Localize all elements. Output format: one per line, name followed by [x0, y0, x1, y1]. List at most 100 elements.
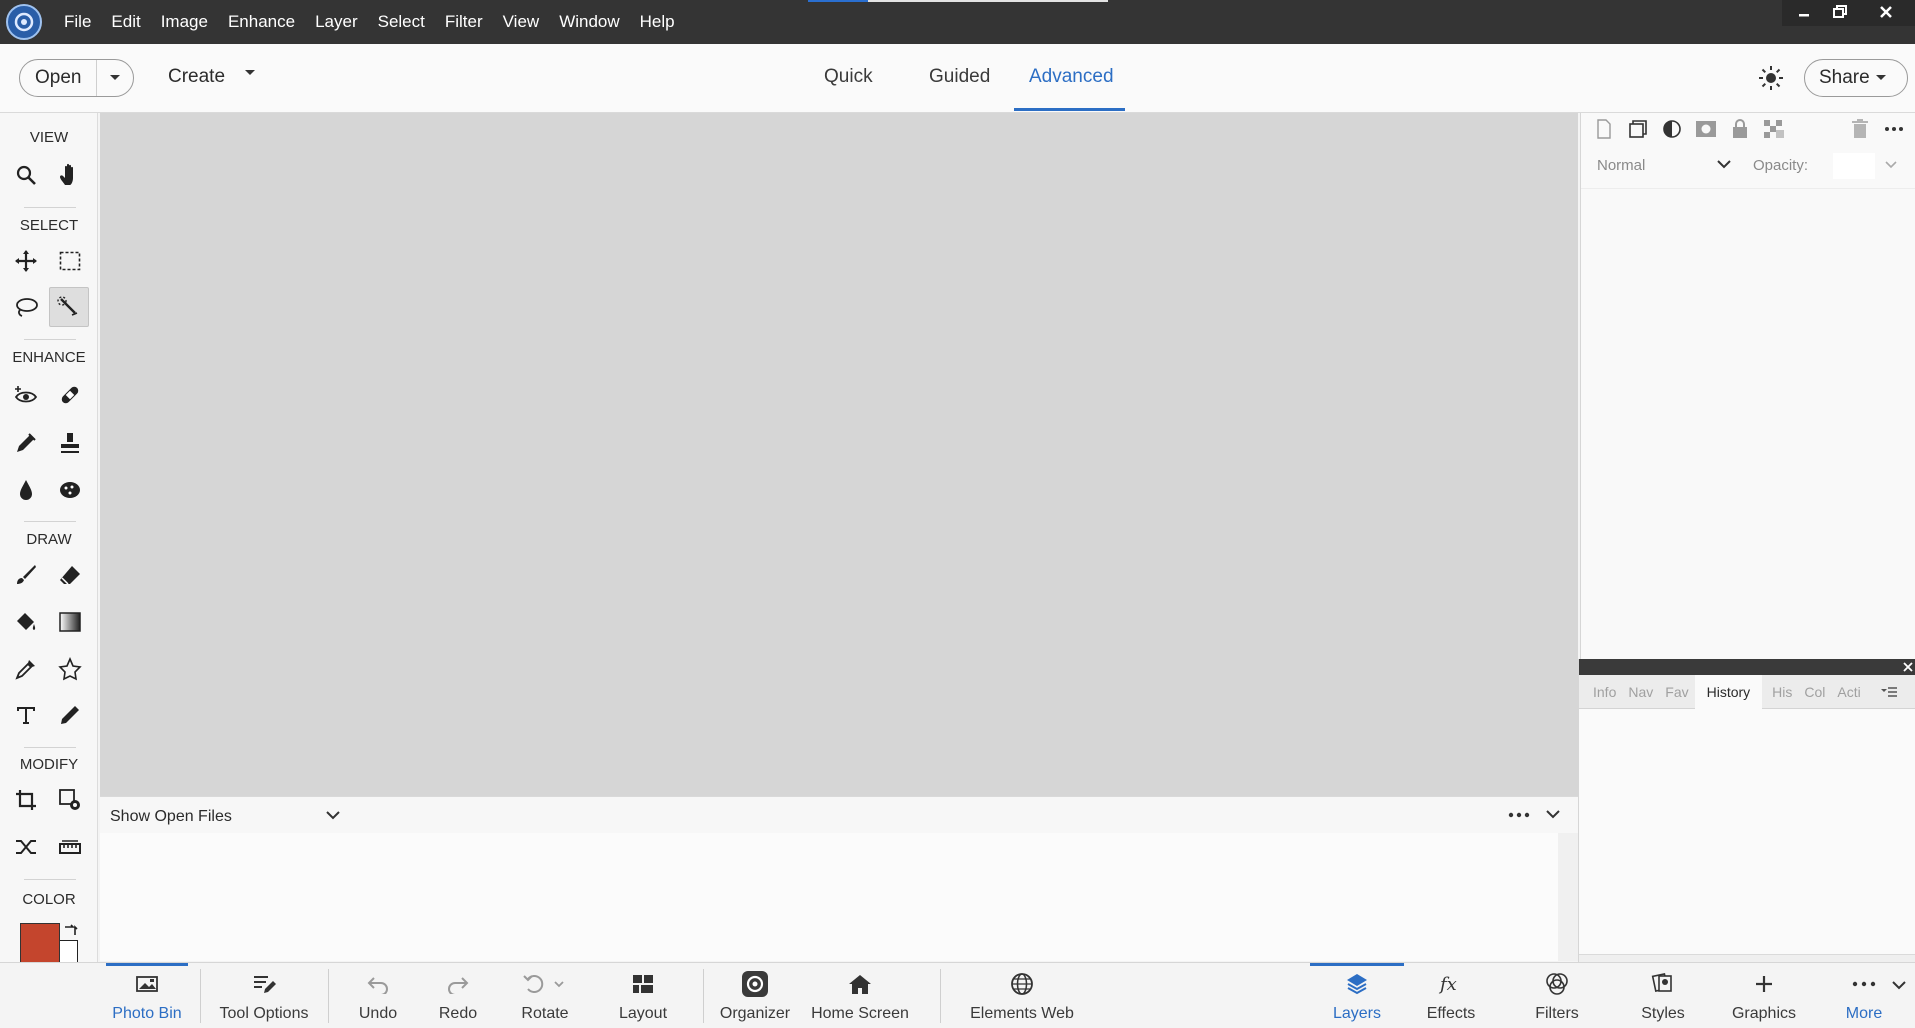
quick-selection-tool[interactable]: [49, 287, 89, 327]
custom-shape-tool[interactable]: [50, 649, 90, 689]
opacity-input[interactable]: [1833, 153, 1875, 179]
menu-help[interactable]: Help: [630, 12, 685, 32]
straighten-tool[interactable]: [50, 827, 90, 867]
photo-bin-button[interactable]: Photo Bin: [106, 963, 188, 1028]
divider: [200, 969, 201, 1023]
red-eye-tool[interactable]: [6, 375, 46, 415]
new-layer-button[interactable]: [1587, 116, 1621, 142]
show-open-files-dropdown[interactable]: Show Open Files: [110, 808, 232, 826]
caret-down-icon: [245, 70, 255, 75]
image-canvas[interactable]: [100, 113, 1578, 796]
tab-history[interactable]: History: [1694, 674, 1763, 709]
delete-layer-button[interactable]: [1843, 116, 1877, 142]
smart-brush-tool[interactable]: [6, 423, 46, 463]
tab-navigator[interactable]: Nav: [1622, 675, 1659, 709]
more-dropdown-button[interactable]: [1892, 981, 1906, 990]
theme-toggle-button[interactable]: [1758, 65, 1784, 91]
foreground-color-swatch[interactable]: [20, 923, 60, 963]
share-button[interactable]: Share: [1804, 59, 1908, 97]
content-aware-move-tool[interactable]: [6, 827, 46, 867]
hand-tool[interactable]: [50, 155, 90, 195]
blur-tool[interactable]: [6, 470, 46, 510]
history-close-button[interactable]: [1903, 662, 1913, 672]
menu-edit[interactable]: Edit: [101, 12, 150, 32]
styles-button[interactable]: Styles: [1627, 963, 1699, 1028]
photo-bin-area[interactable]: [100, 833, 1558, 961]
create-dropdown-button[interactable]: [244, 69, 256, 77]
new-group-button[interactable]: [1621, 116, 1655, 142]
close-window-button[interactable]: [1866, 0, 1906, 24]
spot-healing-tool[interactable]: [50, 375, 90, 415]
photobin-collapse-button[interactable]: [1546, 810, 1560, 819]
minimize-button[interactable]: [1784, 0, 1824, 24]
pencil-tool[interactable]: [50, 695, 90, 735]
brush-tool[interactable]: [6, 555, 46, 595]
tab-guided[interactable]: Guided: [929, 66, 990, 88]
menu-select[interactable]: Select: [368, 12, 435, 32]
open-dropdown-button[interactable]: [96, 60, 132, 96]
panel-menu-button[interactable]: [1880, 686, 1897, 697]
tool-options-button[interactable]: Tool Options: [214, 963, 314, 1028]
divider: [1581, 188, 1915, 189]
elements-web-button[interactable]: Elements Web: [962, 963, 1082, 1028]
menu-enhance[interactable]: Enhance: [218, 12, 305, 32]
layer-mask-button[interactable]: [1689, 116, 1723, 142]
menu-filter[interactable]: Filter: [435, 12, 493, 32]
tab-advanced[interactable]: Advanced: [1029, 66, 1114, 88]
more-button[interactable]: More: [1835, 963, 1893, 1028]
lasso-tool[interactable]: [6, 288, 46, 328]
rotate-button[interactable]: Rotate: [515, 963, 575, 1028]
type-tool[interactable]: [6, 695, 46, 735]
blend-mode-caret[interactable]: [1717, 160, 1731, 169]
organizer-button[interactable]: Organizer: [714, 963, 796, 1028]
open-button[interactable]: Open: [20, 67, 96, 89]
redo-icon: [448, 977, 469, 994]
opacity-dropdown-button[interactable]: [1885, 161, 1897, 169]
effects-button[interactable]: fx Effects: [1415, 963, 1487, 1028]
eraser-tool[interactable]: [50, 555, 90, 595]
layout-button[interactable]: Layout: [613, 963, 673, 1028]
filters-button[interactable]: Filters: [1521, 963, 1593, 1028]
menu-file[interactable]: File: [54, 12, 101, 32]
undo-button[interactable]: Undo: [348, 963, 408, 1028]
menu-view[interactable]: View: [493, 12, 550, 32]
restore-button[interactable]: [1820, 0, 1860, 24]
create-button[interactable]: Create: [168, 66, 225, 88]
adjustment-layer-button[interactable]: [1655, 116, 1689, 142]
gradient-tool[interactable]: [50, 602, 90, 642]
tab-histogram[interactable]: His: [1766, 675, 1798, 709]
eyedropper-tool[interactable]: [6, 649, 46, 689]
redo-button[interactable]: Redo: [428, 963, 488, 1028]
paint-bucket-tool[interactable]: [6, 602, 46, 642]
sponge-tool[interactable]: [50, 470, 90, 510]
menu-image[interactable]: Image: [151, 12, 218, 32]
blend-mode-dropdown[interactable]: Normal: [1597, 157, 1645, 174]
swap-colors-button[interactable]: [62, 923, 78, 939]
history-list[interactable]: [1579, 709, 1915, 954]
marquee-tool[interactable]: [50, 241, 90, 281]
recompose-tool[interactable]: [50, 780, 90, 820]
divider: [328, 969, 329, 1023]
photo-bin-scrollbar[interactable]: [1558, 833, 1578, 961]
tab-actions[interactable]: Acti: [1831, 675, 1866, 709]
menu-layer[interactable]: Layer: [305, 12, 368, 32]
lock-layer-button[interactable]: [1723, 116, 1757, 142]
menu-window[interactable]: Window: [549, 12, 629, 32]
graphics-button[interactable]: Graphics: [1724, 963, 1804, 1028]
layers-more-button[interactable]: [1877, 116, 1911, 142]
tab-info[interactable]: Info: [1587, 675, 1622, 709]
move-tool[interactable]: [6, 241, 46, 281]
clone-stamp-tool[interactable]: [50, 423, 90, 463]
photobin-more-button[interactable]: [1508, 812, 1530, 818]
tab-color[interactable]: Col: [1798, 675, 1831, 709]
home-screen-button[interactable]: Home Screen: [808, 963, 912, 1028]
photo-bin-icon: [136, 976, 158, 992]
sponge-icon: [60, 482, 80, 498]
tab-favorites[interactable]: Fav: [1659, 675, 1694, 709]
tab-quick[interactable]: Quick: [824, 66, 873, 88]
zoom-tool[interactable]: [6, 155, 46, 195]
show-open-files-caret[interactable]: [326, 811, 340, 820]
crop-tool[interactable]: [6, 780, 46, 820]
layers-button[interactable]: Layers: [1310, 963, 1404, 1028]
lock-transparent-button[interactable]: [1757, 116, 1791, 142]
